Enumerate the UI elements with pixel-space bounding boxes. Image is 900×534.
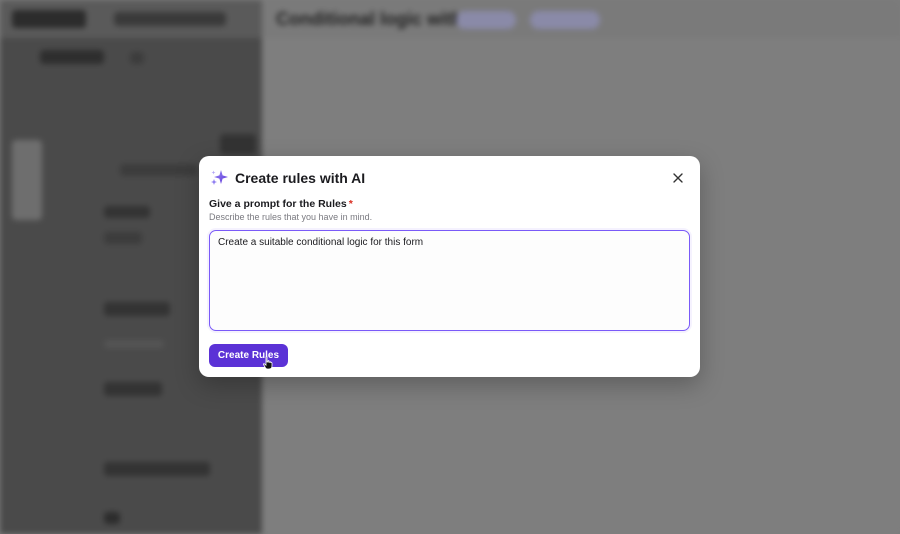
create-rules-button[interactable]: Create Rules bbox=[209, 344, 288, 367]
close-icon[interactable] bbox=[668, 168, 688, 188]
bg-btn bbox=[220, 134, 256, 154]
bg-row-6 bbox=[104, 382, 162, 396]
prompt-label: Give a prompt for the Rules * bbox=[209, 198, 353, 210]
bg-section-title bbox=[40, 50, 104, 64]
prompt-hint: Describe the rules that you have in mind… bbox=[209, 212, 373, 222]
bg-logo bbox=[12, 10, 86, 28]
prompt-label-text: Give a prompt for the Rules bbox=[209, 198, 347, 210]
bg-row-3 bbox=[104, 232, 142, 244]
bg-row-5 bbox=[104, 340, 164, 348]
bg-row-4 bbox=[104, 302, 170, 316]
create-rules-dialog: Create rules with AI Give a prompt for t… bbox=[199, 156, 700, 377]
dialog-header: Create rules with AI bbox=[209, 168, 688, 188]
dialog-title: Create rules with AI bbox=[235, 170, 366, 186]
bg-row-1 bbox=[120, 164, 198, 176]
bg-small-icon bbox=[130, 52, 144, 64]
sparkle-icon bbox=[209, 168, 229, 188]
bg-row-2 bbox=[104, 206, 150, 218]
bg-tab-b bbox=[530, 11, 600, 29]
bg-row-7 bbox=[104, 462, 210, 476]
mouse-cursor-icon bbox=[263, 356, 273, 370]
prompt-textarea[interactable]: Create a suitable conditional logic for … bbox=[209, 230, 690, 331]
bg-thumbnail bbox=[12, 140, 42, 220]
bg-header-link bbox=[114, 12, 226, 26]
bg-tab-a bbox=[456, 11, 516, 29]
required-marker: * bbox=[348, 198, 353, 210]
bg-row-8 bbox=[104, 512, 120, 524]
bg-doc-title: Conditional logic with AI bbox=[276, 9, 486, 29]
